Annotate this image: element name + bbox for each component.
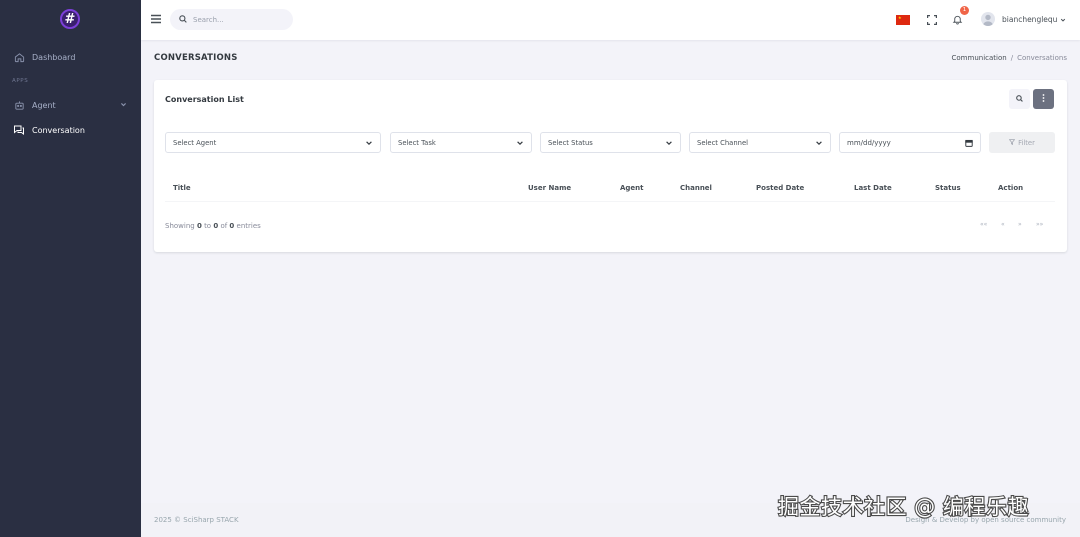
sidebar-item-label: Conversation [32,125,85,135]
pagination-first[interactable]: «« [980,221,987,228]
breadcrumb-separator: / [1010,54,1014,62]
cn-flag-icon[interactable]: ★ [896,15,910,25]
watermark-text: 掘金技术社区 @ 编程乐趣 [778,495,1029,519]
fullscreen-icon[interactable] [925,13,938,26]
chevron-down-icon[interactable] [1060,16,1066,25]
breadcrumb: Communication / Conversations [952,54,1067,62]
bell-icon[interactable] [951,13,964,26]
user-avatar-icon[interactable] [981,12,995,26]
select-agent[interactable]: Select Agent [165,132,381,153]
sidebar-item-dashboard[interactable]: Dashboard [0,46,141,68]
sidebar-item-label: Agent [32,100,56,110]
pagination-prev[interactable]: « [1001,221,1005,228]
search-icon [1016,94,1023,104]
breadcrumb-link[interactable]: Communication [952,54,1007,62]
pagination-last[interactable]: »» [1036,221,1043,228]
table-header-divider [165,201,1055,202]
conversation-icon [13,124,25,136]
sidebar-item-agent[interactable]: Agent [0,94,141,116]
filter-button-label: Filter [1018,138,1035,147]
page-title: CONVERSATIONS [154,53,238,63]
breadcrumb-current: Conversations [1017,54,1067,62]
menu-icon[interactable] [151,14,161,24]
select-channel-value: Select Channel [697,138,749,147]
select-status[interactable]: Select Status [540,132,681,153]
sidebar-section-apps: APPS [12,78,29,84]
column-header-action: Action [998,184,1024,192]
chevron-down-icon [120,101,127,110]
column-header-last-date[interactable]: Last Date [854,184,892,192]
sidebar-item-conversation[interactable]: Conversation [0,119,141,141]
date-input-value: mm/dd/yyyy [847,138,891,147]
notification-badge: 1 [960,6,969,15]
hash-logo-icon[interactable]: # [60,9,80,29]
column-header-status[interactable]: Status [935,184,961,192]
filter-icon [1008,138,1016,147]
watermark: 掘金技术社区 @ 编程乐趣 [777,494,1030,520]
home-icon [13,51,25,63]
select-task-value: Select Task [398,138,436,147]
sidebar: # Dashboard APPS Agent Conversation [0,0,141,537]
calendar-icon[interactable] [965,139,973,149]
pagination-next[interactable]: » [1018,221,1022,228]
column-header-agent[interactable]: Agent [620,184,644,192]
conversation-list-card: Conversation List Select Agent Select Ta… [154,80,1067,252]
select-task[interactable]: Select Task [390,132,532,153]
column-header-user-name[interactable]: User Name [528,184,571,192]
select-agent-value: Select Agent [173,138,217,147]
column-header-posted-date[interactable]: Posted Date [756,184,804,192]
column-header-title[interactable]: Title [173,184,191,192]
chevron-down-icon [665,139,673,149]
select-channel[interactable]: Select Channel [689,132,831,153]
footer-copyright: 2025 © SciSharp STACK [154,516,239,524]
sidebar-item-label: Dashboard [32,52,76,62]
topbar: ★ 1 bianchenglequ [141,0,1080,40]
chevron-down-icon [516,139,524,149]
search-box [170,9,293,30]
chevron-down-icon [815,139,823,149]
more-options-button[interactable] [1033,89,1054,109]
agent-icon [13,99,25,111]
user-name[interactable]: bianchenglequ [1002,15,1057,24]
search-input[interactable] [193,15,283,24]
select-status-value: Select Status [548,138,593,147]
card-title: Conversation List [165,95,244,104]
search-button[interactable] [1009,89,1030,109]
date-input[interactable]: mm/dd/yyyy [839,132,981,153]
more-vertical-icon [1042,94,1045,104]
entries-info: Showing 0 to 0 of 0 entries [165,222,261,230]
search-icon [179,14,187,25]
filter-button[interactable]: Filter [989,132,1055,153]
chevron-down-icon [365,139,373,149]
column-header-channel[interactable]: Channel [680,184,712,192]
